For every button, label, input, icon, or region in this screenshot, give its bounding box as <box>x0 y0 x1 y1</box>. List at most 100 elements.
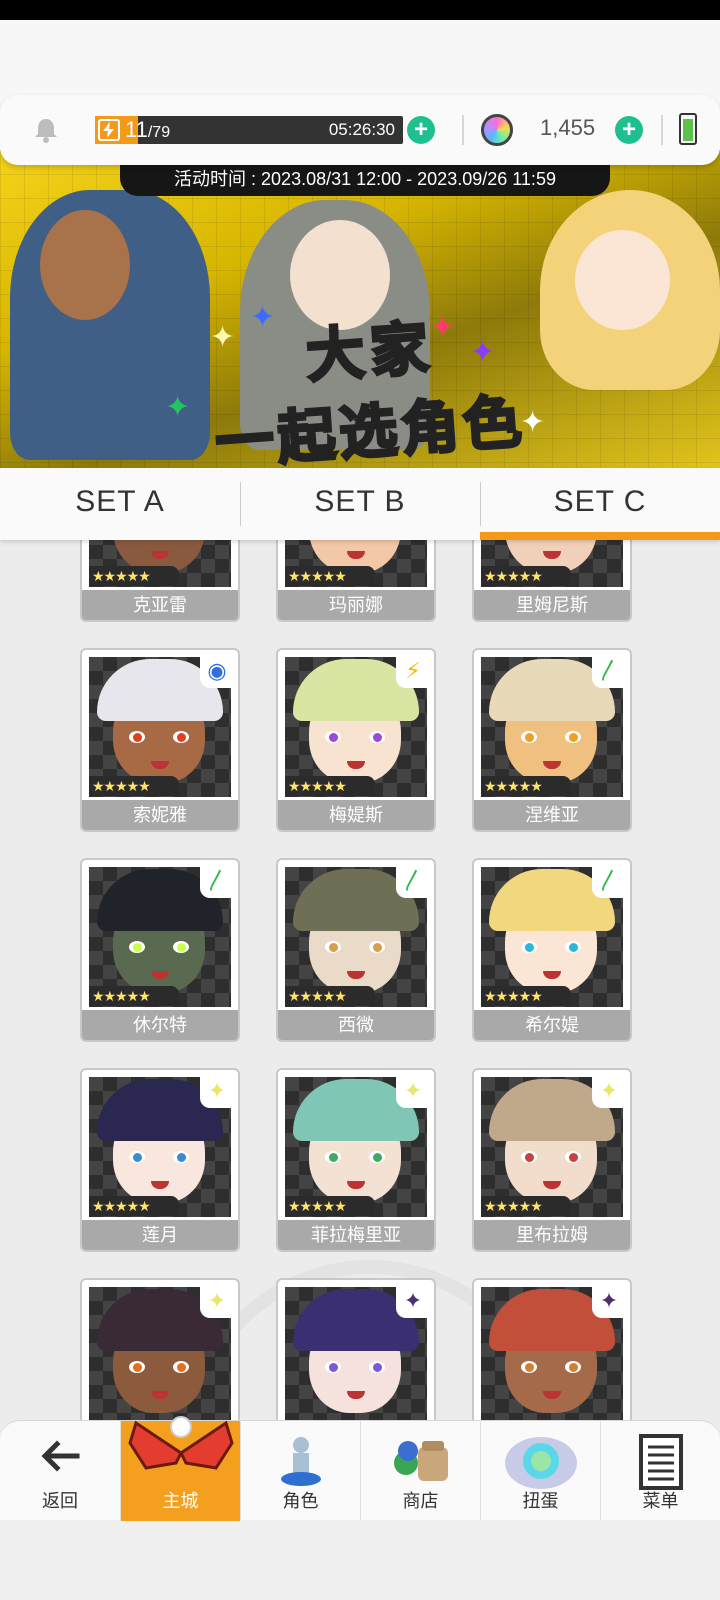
bell-icon[interactable] <box>32 116 60 144</box>
main-city-button[interactable]: 主城 <box>120 1416 240 1521</box>
sparkle-icon: ✦ <box>520 406 546 439</box>
stamina-timer: 05:26:30 <box>328 120 395 139</box>
shop-bag-icon <box>393 1441 448 1481</box>
character-card[interactable]: ✦ ★★★★★ 莲月 <box>80 1068 240 1252</box>
wind-icon: 〳 <box>396 864 430 898</box>
character-name: 涅维亚 <box>474 800 630 830</box>
character-name: 索妮雅 <box>82 800 238 830</box>
resource-bar: 11/79 05:26:30 + 1,455 + <box>0 95 720 165</box>
star-rating: ★★★★★ <box>481 566 571 586</box>
gem-icon <box>481 114 513 146</box>
sparkle-icon: ✦ <box>250 301 276 334</box>
menu-label: 菜单 <box>642 1491 679 1511</box>
tab-set-b[interactable]: SET B <box>240 468 480 540</box>
sparkle-icon: ✦ <box>165 391 191 424</box>
menu-list-icon <box>638 1434 683 1490</box>
character-name: 玛丽娜 <box>278 590 434 620</box>
character-name: 克亚雷 <box>82 590 238 620</box>
character-name: 里布拉姆 <box>474 1220 630 1250</box>
stamina-value: 11/79 <box>125 117 171 142</box>
add-gem-button[interactable]: + <box>615 116 643 144</box>
banner-character-face <box>575 230 670 330</box>
character-name: 休尔特 <box>82 1010 238 1040</box>
sparkle-icon: ✦ <box>210 321 236 354</box>
character-label: 角色 <box>282 1491 319 1511</box>
stamina-bar: 11/79 05:26:30 <box>95 116 403 144</box>
gacha-button[interactable]: 扭蛋 <box>480 1421 600 1521</box>
wind-icon: 〳 <box>592 864 626 898</box>
character-name: 莲月 <box>82 1220 238 1250</box>
gacha-label: 扭蛋 <box>522 1491 559 1511</box>
bottom-navigation: 返回 主城 角色 商店 扭蛋 菜单 <box>0 1416 720 1521</box>
wind-icon: 〳 <box>200 864 234 898</box>
battery-icon <box>679 113 697 145</box>
system-navigation-bar <box>0 1520 720 1600</box>
star-rating: ★★★★★ <box>89 1196 179 1216</box>
lightning-icon <box>98 119 120 141</box>
character-card[interactable]: ★★★★★ 里姆尼斯 <box>472 540 632 622</box>
sparkle-icon: ✦ <box>470 336 496 369</box>
star-rating: ★★★★★ <box>89 986 179 1006</box>
tab-set-a[interactable]: SET A <box>0 468 240 540</box>
character-card[interactable]: ✦ <box>472 1278 632 1420</box>
character-list[interactable]: ★★★★★ 克亚雷 ★★★★★ 玛丽娜 ★★★★★ 里姆尼斯 ◉ ★★★★★ 索妮雅 ⚡ ★★★★★… <box>0 540 720 1420</box>
add-stamina-button[interactable]: + <box>407 116 435 144</box>
character-card[interactable]: ✦ ★★★★★ 菲拉梅里亚 <box>276 1068 436 1252</box>
character-card[interactable]: ★★★★★ 玛丽娜 <box>276 540 436 622</box>
star-rating: ★★★★★ <box>481 1196 571 1216</box>
divider <box>462 115 464 145</box>
divider <box>661 115 663 145</box>
character-card[interactable]: 〳 ★★★★★ 西微 <box>276 858 436 1042</box>
event-time: 活动时间 : 2023.08/31 12:00 - 2023.09/26 11:… <box>120 162 610 196</box>
star-rating: ★★★★★ <box>89 776 179 796</box>
character-name: 西微 <box>278 1010 434 1040</box>
character-card[interactable]: 〳 ★★★★★ 休尔特 <box>80 858 240 1042</box>
character-name: 梅媞斯 <box>278 800 434 830</box>
dark-icon: ✦ <box>396 1284 430 1318</box>
event-banner[interactable]: 活动时间 : 2023.08/31 12:00 - 2023.09/26 11:… <box>0 150 720 468</box>
menu-button[interactable]: 菜单 <box>600 1421 720 1521</box>
set-tabs: SET A SET B SET C <box>0 468 720 540</box>
star-rating: ★★★★★ <box>89 566 179 586</box>
character-card[interactable]: ✦ <box>276 1278 436 1420</box>
back-label: 返回 <box>42 1491 78 1511</box>
system-status-bar <box>0 0 720 20</box>
banner-character-face <box>40 210 130 320</box>
statue-icon <box>280 1437 321 1486</box>
character-card[interactable]: ★★★★★ 克亚雷 <box>80 540 240 622</box>
star-rating: ★★★★★ <box>285 1196 375 1216</box>
wind-icon: 〳 <box>592 654 626 688</box>
water-icon: ◉ <box>200 654 234 688</box>
character-card[interactable]: 〳 ★★★★★ 希尔媞 <box>472 858 632 1042</box>
star-rating: ★★★★★ <box>285 566 375 586</box>
light-icon: ✦ <box>200 1284 234 1318</box>
character-card[interactable]: ⚡ ★★★★★ 梅媞斯 <box>276 648 436 832</box>
star-rating: ★★★★★ <box>481 986 571 1006</box>
star-rating: ★★★★★ <box>285 986 375 1006</box>
gacha-orb-icon <box>504 1437 577 1489</box>
character-name: 菲拉梅里亚 <box>278 1220 434 1250</box>
lightning-icon: ⚡ <box>396 654 430 688</box>
sparkle-icon: ✦ <box>430 311 456 344</box>
light-icon: ✦ <box>396 1074 430 1108</box>
back-arrow-icon <box>41 1440 80 1472</box>
star-rating: ★★★★★ <box>285 776 375 796</box>
main-city-label: 主城 <box>162 1491 199 1511</box>
character-card[interactable]: 〳 ★★★★★ 涅维亚 <box>472 648 632 832</box>
shop-label: 商店 <box>402 1491 439 1511</box>
dark-icon: ✦ <box>592 1284 626 1318</box>
light-icon: ✦ <box>200 1074 234 1108</box>
banner-title: 大家 一起选角色 <box>212 314 529 468</box>
shop-button[interactable]: 商店 <box>360 1421 480 1521</box>
character-card[interactable]: ✦ <box>80 1278 240 1420</box>
character-card[interactable]: ◉ ★★★★★ 索妮雅 <box>80 648 240 832</box>
character-button[interactable]: 角色 <box>240 1421 360 1521</box>
character-card[interactable]: ✦ ★★★★★ 里布拉姆 <box>472 1068 632 1252</box>
light-icon: ✦ <box>592 1074 626 1108</box>
back-button[interactable]: 返回 <box>0 1421 120 1521</box>
wings-icon <box>127 1416 234 1470</box>
tab-set-c[interactable]: SET C <box>480 468 720 540</box>
gem-count: 1,455 <box>540 115 596 140</box>
character-name: 希尔媞 <box>474 1010 630 1040</box>
character-name: 里姆尼斯 <box>474 590 630 620</box>
